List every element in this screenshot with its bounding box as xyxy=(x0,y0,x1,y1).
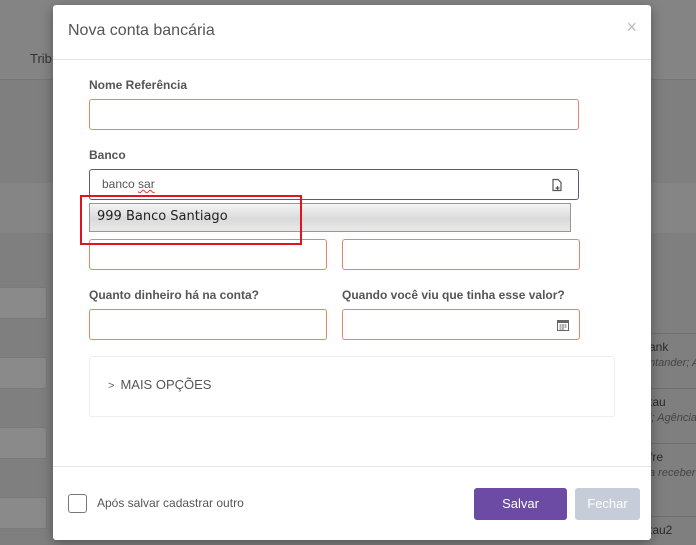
annotation-highlight-box xyxy=(80,195,302,245)
card-title: tau xyxy=(649,395,666,409)
nome-referencia-label: Nome Referência xyxy=(89,78,188,92)
background-tab: Trib xyxy=(30,51,52,66)
banco-input-value: banco sar xyxy=(102,177,155,191)
more-options-toggle[interactable]: > MAIS OPÇÕES xyxy=(108,377,211,392)
quando-date-input[interactable] xyxy=(342,309,580,340)
save-button[interactable]: Salvar xyxy=(474,488,567,520)
more-options-label: MAIS OPÇÕES xyxy=(120,377,212,392)
background-button xyxy=(0,427,47,459)
nome-referencia-input[interactable] xyxy=(89,99,579,130)
banco-value-typo: sar xyxy=(138,177,155,191)
card-subtitle: i; Agência xyxy=(649,412,696,424)
chevron-right-icon: > xyxy=(108,380,115,392)
card-title: tau2 xyxy=(649,523,673,537)
quanto-input[interactable] xyxy=(89,309,327,340)
calendar-icon[interactable] xyxy=(557,319,569,331)
more-options-panel: > MAIS OPÇÕES xyxy=(89,356,615,417)
background-button xyxy=(0,357,47,389)
card-subtitle: a receber xyxy=(649,467,696,479)
card-title: fre xyxy=(649,450,664,464)
modal-title: Nova conta bancária xyxy=(68,22,215,39)
card-title: ank xyxy=(649,340,669,354)
close-icon[interactable]: × xyxy=(626,18,637,36)
close-button[interactable]: Fechar xyxy=(575,488,640,520)
banco-label: Banco xyxy=(89,148,126,162)
card-subtitle: ntander; A xyxy=(649,357,696,369)
add-document-icon[interactable] xyxy=(550,178,564,192)
background-button xyxy=(0,287,47,319)
register-another-checkbox[interactable] xyxy=(68,494,87,513)
modal-header: Nova conta bancária × xyxy=(53,5,651,60)
quanto-label: Quanto dinheiro há na conta? xyxy=(89,288,260,302)
banco-value-prefix: banco xyxy=(102,177,139,191)
new-bank-account-modal: Nova conta bancária × Nome Referência Ba… xyxy=(53,5,651,540)
register-another-label: Após salvar cadastrar outro xyxy=(97,496,244,510)
quando-label: Quando você viu que tinha esse valor? xyxy=(342,288,565,302)
conta-input[interactable] xyxy=(342,239,580,270)
background-button xyxy=(0,497,47,529)
modal-footer: Após salvar cadastrar outro Salvar Fecha… xyxy=(53,466,651,540)
